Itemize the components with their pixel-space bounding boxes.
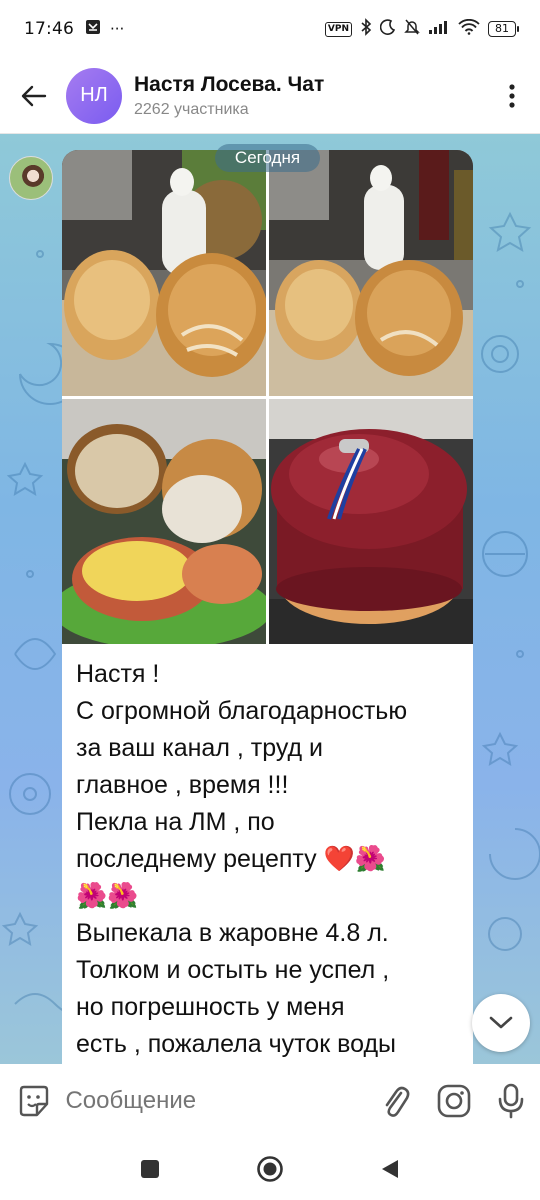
- recents-button[interactable]: [90, 1141, 210, 1197]
- sticker-button[interactable]: [2, 1084, 65, 1118]
- sender-avatar[interactable]: [9, 156, 53, 200]
- bread-slices-sandwich-photo[interactable]: [62, 399, 266, 644]
- triangle-back-icon: [382, 1160, 398, 1178]
- red-dutch-oven-photo[interactable]: [269, 399, 473, 644]
- message-line: последнему рецепту ❤️🌺: [76, 845, 386, 873]
- bluetooth-icon: [360, 18, 372, 40]
- notification-icon: [84, 18, 102, 40]
- paperclip-icon: [385, 1086, 410, 1117]
- battery-icon: 81: [488, 21, 519, 37]
- system-nav-bar: [0, 1138, 540, 1200]
- camera-icon: [437, 1084, 471, 1118]
- message-line: есть , пожалела чуток воды: [76, 1030, 396, 1058]
- message-input-bar: [0, 1064, 540, 1138]
- date-separator: Сегодня: [215, 144, 320, 172]
- sticker-icon: [19, 1085, 48, 1117]
- home-button[interactable]: [210, 1141, 330, 1197]
- bread-loaves-photo[interactable]: [62, 150, 266, 396]
- message-input[interactable]: [65, 1087, 366, 1115]
- message-text: Настя ! С огромной благодарностью за ваш…: [62, 644, 473, 1064]
- microphone-button[interactable]: [483, 1072, 540, 1130]
- mute-icon: [404, 18, 420, 40]
- message-line: Толком и остыть не успел ,: [76, 956, 390, 984]
- signal-icon: [428, 19, 450, 39]
- bread-loaves-photo-2[interactable]: [269, 150, 473, 396]
- message-line: Настя !: [76, 660, 160, 688]
- chat-area[interactable]: Настя ! С огромной благодарностью за ваш…: [0, 134, 540, 1064]
- chat-header: НЛ Настя Лосева. Чат 2262 участника: [0, 58, 540, 134]
- back-nav-button[interactable]: [330, 1141, 450, 1197]
- square-icon: [141, 1160, 159, 1178]
- wifi-icon: [458, 18, 480, 39]
- member-count: 2262 участника: [134, 100, 249, 118]
- message-line: Выпекала в жаровне 4.8 л.: [76, 919, 389, 947]
- photo-album: [62, 150, 473, 644]
- message-line: но погрешность у меня: [76, 993, 345, 1021]
- message-line: Пекла на ЛМ , по: [76, 808, 275, 836]
- message-line: за ваш канал , труд и: [76, 734, 323, 762]
- chevron-down-icon: [489, 1016, 513, 1029]
- message-line: главное , время !!!: [76, 771, 289, 799]
- back-button[interactable]: [4, 66, 64, 126]
- status-bar: 17:46 ··· VPN 81: [0, 0, 540, 58]
- moon-icon: [379, 19, 396, 39]
- message-bubble[interactable]: Настя ! С огромной благодарностью за ваш…: [62, 150, 473, 1064]
- home-circle-icon: [257, 1156, 283, 1182]
- attach-button[interactable]: [367, 1072, 425, 1130]
- arrow-left-icon: [21, 85, 47, 106]
- vpn-icon: VPN: [324, 21, 352, 37]
- more-options-button[interactable]: [488, 66, 536, 126]
- chat-info[interactable]: Настя Лосева. Чат 2262 участника: [134, 73, 324, 119]
- message-line: 🌺🌺: [76, 882, 139, 910]
- vertical-dots-icon: [509, 83, 515, 108]
- camera-button[interactable]: [425, 1072, 483, 1130]
- more-dots-icon: ···: [110, 20, 125, 38]
- chat-avatar[interactable]: НЛ: [66, 67, 122, 124]
- status-time: 17:46: [24, 19, 74, 39]
- microphone-icon: [498, 1083, 524, 1119]
- message-line: С огромной благодарностью: [76, 697, 408, 725]
- chat-title: Настя Лосева. Чат: [134, 72, 325, 96]
- scroll-down-button[interactable]: [472, 994, 530, 1052]
